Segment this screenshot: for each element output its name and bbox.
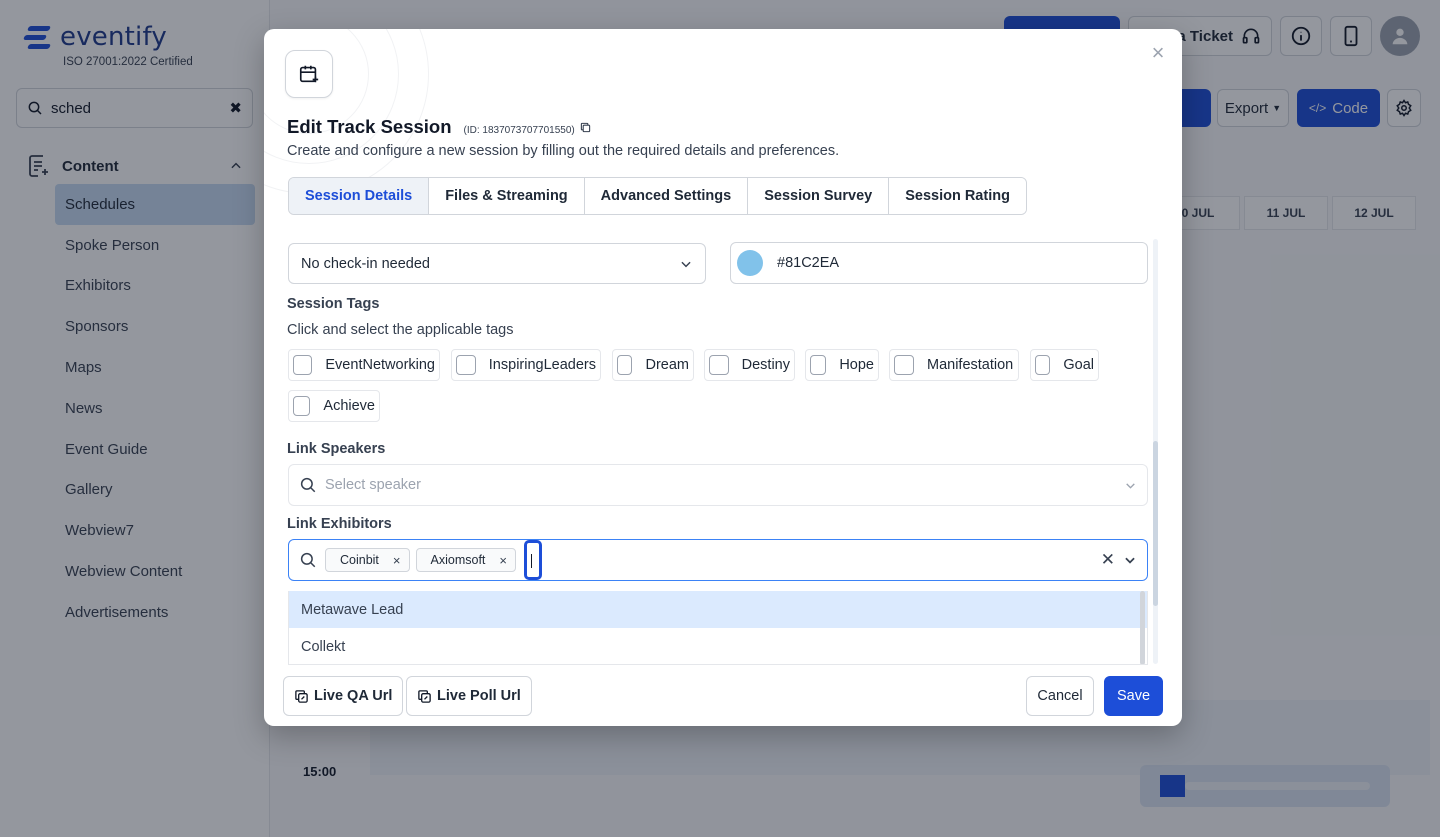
save-button[interactable]: Save <box>1104 676 1163 716</box>
chevron-down-icon <box>1126 482 1135 489</box>
chevron-down-icon <box>681 261 691 267</box>
live-poll-label: Live Poll Url <box>437 688 521 704</box>
modal-title-row: Edit Track Session (ID: 1837073707701550… <box>287 116 591 138</box>
tag-label: Dream <box>645 357 689 373</box>
copy-icon[interactable] <box>580 122 591 133</box>
checkbox[interactable] <box>293 355 313 375</box>
exhibitor-dropdown: Metawave Lead Collekt <box>288 591 1148 665</box>
cancel-button[interactable]: Cancel <box>1026 676 1094 716</box>
live-qa-label: Live QA Url <box>314 688 393 704</box>
modal-subtitle: Create and configure a new session by fi… <box>287 143 840 159</box>
tag-checkbox[interactable]: EventNetworking <box>288 349 440 381</box>
checkbox[interactable] <box>456 355 476 375</box>
close-icon[interactable]: × <box>1148 42 1168 64</box>
tag-label: InspiringLeaders <box>488 357 596 373</box>
tab-session-details[interactable]: Session Details <box>289 178 430 214</box>
checkbox[interactable] <box>293 396 311 416</box>
remove-chip-icon[interactable]: × <box>393 553 401 568</box>
scrollbar-thumb[interactable] <box>1153 441 1158 606</box>
link-speakers-label: Link Speakers <box>287 441 386 457</box>
link-exhibitors-label: Link Exhibitors <box>287 516 392 532</box>
tag-checkbox[interactable]: Manifestation <box>889 349 1019 381</box>
copy-link-icon <box>418 689 431 703</box>
tag-label: Goal <box>1063 357 1094 373</box>
chevron-down-icon[interactable] <box>1123 553 1137 567</box>
clear-all-icon[interactable]: ✕ <box>1101 550 1115 570</box>
tab-session-survey[interactable]: Session Survey <box>748 178 890 214</box>
tag-label: Hope <box>839 357 874 373</box>
exhibitor-chip: Coinbit × <box>325 548 410 572</box>
tag-label: Destiny <box>741 357 790 373</box>
modal-tabs: Session Details Files & Streaming Advanc… <box>288 177 1027 215</box>
checkbox[interactable] <box>709 355 729 375</box>
checkbox[interactable] <box>894 355 914 375</box>
speaker-placeholder: Select speaker <box>325 477 421 493</box>
modal-header-icon <box>285 50 333 98</box>
search-icon <box>300 477 316 493</box>
live-qa-url-button[interactable]: Live QA Url <box>283 676 404 716</box>
chip-label: Axiomsoft <box>430 553 486 567</box>
tag-checkbox[interactable]: Hope <box>805 349 879 381</box>
session-id: (ID: 1837073707701550) <box>463 125 575 136</box>
search-icon <box>300 552 316 568</box>
tag-checkbox[interactable]: Achieve <box>288 390 380 422</box>
color-swatch[interactable] <box>737 250 763 276</box>
dropdown-option[interactable]: Metawave Lead <box>289 591 1147 628</box>
exhibitor-search-input[interactable] <box>524 540 542 580</box>
session-tags-hint: Click and select the applicable tags <box>287 322 514 338</box>
exhibitor-select[interactable]: Coinbit × Axiomsoft × ✕ <box>288 539 1148 581</box>
session-tags-label: Session Tags <box>287 296 380 312</box>
dropdown-option[interactable]: Collekt <box>289 628 1147 664</box>
tag-checkbox[interactable]: Goal <box>1030 349 1099 381</box>
edit-session-modal: × Edit Track Session (ID: 18370737077015… <box>264 29 1182 726</box>
tag-label: EventNetworking <box>325 357 435 373</box>
exhibitor-select-controls: ✕ <box>1101 550 1137 570</box>
tab-session-rating[interactable]: Session Rating <box>889 178 1026 214</box>
tab-advanced-settings[interactable]: Advanced Settings <box>584 178 749 214</box>
tag-checkbox[interactable]: Destiny <box>704 349 795 381</box>
dropdown-scrollbar[interactable] <box>1140 591 1145 664</box>
live-poll-url-button[interactable]: Live Poll Url <box>406 676 532 716</box>
tag-checkbox[interactable]: Dream <box>612 349 694 381</box>
exhibitor-chip: Axiomsoft × <box>415 548 516 572</box>
checkin-select[interactable]: No check-in needed <box>288 243 706 284</box>
modal-title: Edit Track Session <box>287 116 452 137</box>
checkbox[interactable] <box>1035 355 1051 375</box>
tag-label: Achieve <box>323 398 375 414</box>
tag-label: Manifestation <box>927 357 1014 373</box>
checkbox[interactable] <box>617 355 633 375</box>
remove-chip-icon[interactable]: × <box>499 553 507 568</box>
color-value: #81C2EA <box>777 255 840 271</box>
speaker-select[interactable]: Select speaker <box>288 464 1148 506</box>
checkin-value: No check-in needed <box>301 255 430 272</box>
modal-body-scrollbar[interactable] <box>1153 239 1158 664</box>
tab-files-streaming[interactable]: Files & Streaming <box>429 178 585 214</box>
copy-link-icon <box>295 689 308 703</box>
tag-checkbox[interactable]: InspiringLeaders <box>451 349 601 381</box>
chip-label: Coinbit <box>340 553 379 567</box>
calendar-add-icon <box>299 65 319 83</box>
checkbox[interactable] <box>810 355 827 375</box>
color-picker-field[interactable]: #81C2EA <box>730 242 1148 284</box>
